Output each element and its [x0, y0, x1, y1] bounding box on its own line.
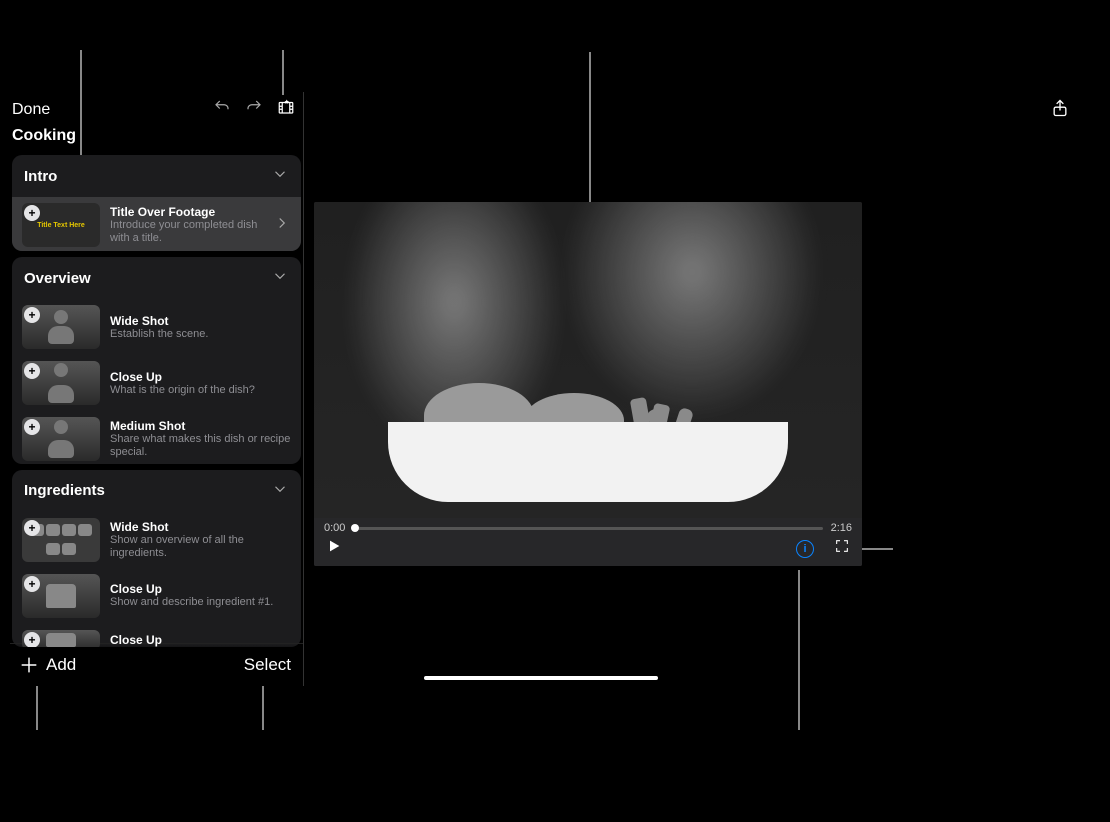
- add-clip-icon[interactable]: +: [24, 576, 40, 592]
- shot-text: Wide Shot Show an overview of all the in…: [110, 520, 291, 560]
- shot-desc: What is the origin of the dish?: [110, 384, 291, 397]
- shot-title: Close Up: [110, 582, 291, 596]
- chevron-right-icon: [273, 214, 291, 237]
- sidebar-footer: Add Select: [10, 643, 303, 686]
- shot-desc: Share what makes this dish or recipe spe…: [110, 433, 291, 459]
- shot-ingredient-2[interactable]: + Close Up: [12, 624, 301, 647]
- select-button[interactable]: Select: [244, 655, 291, 675]
- section-overview: Overview + Wide Shot Establish the scene…: [12, 257, 301, 464]
- shot-title: Close Up: [110, 633, 291, 647]
- shot-close-up[interactable]: + Close Up What is the origin of the dis…: [12, 355, 301, 411]
- home-indicator: [424, 676, 658, 680]
- done-button[interactable]: Done: [12, 101, 50, 119]
- section-intro: Intro + Title Text Here Title Over Foota…: [12, 155, 301, 251]
- shot-ingredients-wide[interactable]: + Wide Shot Show an overview of all the …: [12, 512, 301, 568]
- shot-wide-shot[interactable]: + Wide Shot Establish the scene.: [12, 299, 301, 355]
- sidebar: Done Cooking Intro: [10, 92, 304, 686]
- main-toolbar: [304, 92, 1100, 122]
- project-title: Cooking: [10, 123, 303, 155]
- scrubber-track[interactable]: [353, 527, 822, 530]
- shot-title: Close Up: [110, 370, 291, 384]
- viewer-wrap: 0:00 2:16 i: [304, 122, 1100, 686]
- main-area: 0:00 2:16 i: [304, 92, 1100, 686]
- shot-text: Close Up What is the origin of the dish?: [110, 370, 291, 397]
- scrubber-playhead[interactable]: [351, 524, 359, 532]
- redo-button[interactable]: [245, 98, 263, 121]
- shot-text: Close Up Show and describe ingredient #1…: [110, 582, 291, 609]
- chevron-down-icon: [271, 267, 289, 289]
- section-header-ingredients[interactable]: Ingredients: [12, 470, 301, 512]
- shot-text: Wide Shot Establish the scene.: [110, 314, 291, 341]
- add-clip-icon[interactable]: +: [24, 632, 40, 647]
- time-duration: 2:16: [831, 522, 852, 534]
- add-clip-icon[interactable]: +: [24, 520, 40, 536]
- section-label: Intro: [24, 168, 57, 185]
- section-label: Ingredients: [24, 482, 105, 499]
- callout-line: [262, 680, 264, 730]
- fullscreen-button[interactable]: [834, 538, 850, 559]
- share-button[interactable]: [1050, 98, 1070, 122]
- info-button[interactable]: i: [796, 540, 814, 558]
- sidebar-toolbar: Done: [10, 92, 303, 123]
- shot-desc: Show and describe ingredient #1.: [110, 596, 291, 609]
- callout-line: [282, 50, 284, 95]
- thumbnail-title-text: Title Text Here: [37, 222, 85, 229]
- section-label: Overview: [24, 270, 91, 287]
- storyboard-settings-button[interactable]: [277, 98, 295, 121]
- add-clip-icon[interactable]: +: [24, 205, 40, 221]
- shot-text: Title Over Footage Introduce your comple…: [110, 205, 263, 245]
- section-header-intro[interactable]: Intro: [12, 155, 301, 197]
- toolbar-icons: [213, 98, 295, 121]
- shot-text: Medium Shot Share what makes this dish o…: [110, 419, 291, 459]
- shot-title: Medium Shot: [110, 419, 291, 433]
- chevron-down-icon: [271, 480, 289, 502]
- player-bar: 0:00 2:16 i: [314, 518, 862, 566]
- shot-title-over-footage[interactable]: + Title Text Here Title Over Footage Int…: [12, 197, 301, 251]
- shot-title: Wide Shot: [110, 314, 291, 328]
- video-viewer[interactable]: 0:00 2:16 i: [314, 202, 862, 566]
- shot-list: Intro + Title Text Here Title Over Foota…: [10, 155, 303, 647]
- app-window: Done Cooking Intro: [10, 92, 1100, 686]
- shot-text: Close Up: [110, 633, 291, 647]
- shot-desc: Introduce your completed dish with a tit…: [110, 219, 263, 245]
- chevron-down-icon: [271, 165, 289, 187]
- section-ingredients: Ingredients + Wide Shot Show an overview…: [12, 470, 301, 647]
- shot-title: Title Over Footage: [110, 205, 263, 219]
- shot-medium-shot[interactable]: + Medium Shot Share what makes this dish…: [12, 411, 301, 464]
- callout-line: [36, 680, 38, 730]
- add-label: Add: [46, 655, 76, 675]
- timeline[interactable]: 0:00 2:16: [314, 518, 862, 538]
- shot-title: Wide Shot: [110, 520, 291, 534]
- player-controls: i: [314, 538, 862, 563]
- section-header-overview[interactable]: Overview: [12, 257, 301, 299]
- undo-button[interactable]: [213, 98, 231, 121]
- add-button[interactable]: Add: [18, 654, 76, 676]
- preview-scene: [314, 202, 862, 566]
- time-current: 0:00: [324, 522, 345, 534]
- shot-desc: Establish the scene.: [110, 328, 291, 341]
- play-button[interactable]: [326, 538, 342, 559]
- shot-ingredient-1[interactable]: + Close Up Show and describe ingredient …: [12, 568, 301, 624]
- shot-desc: Show an overview of all the ingredients.: [110, 534, 291, 560]
